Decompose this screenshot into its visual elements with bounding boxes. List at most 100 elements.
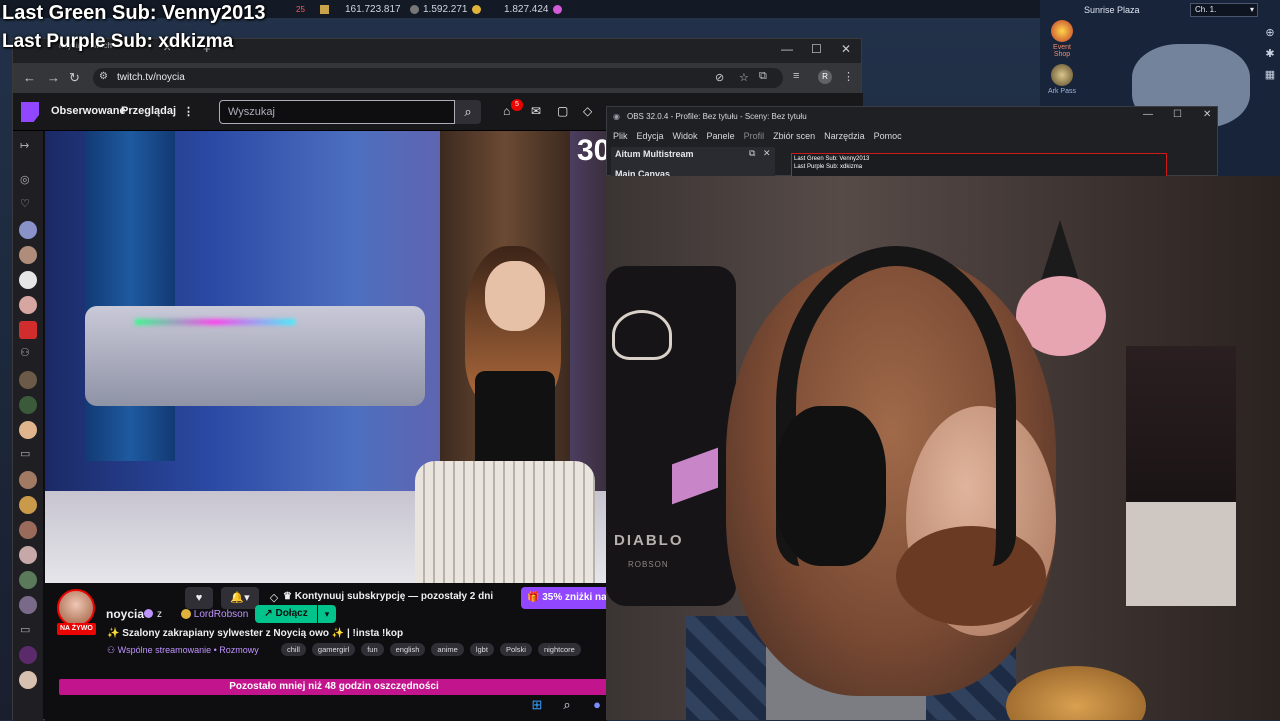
whispers-icon[interactable]: ▢ (557, 104, 568, 118)
dock-title: Aitum Multistream (615, 149, 694, 159)
search-input[interactable]: Wyszukaj (219, 100, 455, 124)
video-icon[interactable]: ▭ (20, 447, 30, 460)
collab-avatar (181, 609, 191, 620)
followed-channel-avatar[interactable] (19, 521, 37, 539)
obs-minimize-icon[interactable]: — (1143, 109, 1153, 120)
aitum-dock: Aitum Multistream ⧉ ✕ Main Canvas (611, 147, 775, 179)
back-icon[interactable]: ← (23, 70, 36, 85)
tag[interactable]: anime (431, 643, 464, 656)
menu-profile[interactable]: Profil (744, 131, 765, 141)
followed-channel-avatar[interactable] (19, 271, 37, 289)
collab-channel[interactable]: LordRobson (181, 609, 248, 620)
gift-sub-button[interactable]: 🎁 35% zniżki na (521, 587, 613, 609)
followed-channel-avatar[interactable] (19, 321, 37, 339)
silver-icon (410, 4, 419, 14)
discord-icon[interactable]: ● (588, 696, 606, 714)
tag[interactable]: chill (281, 643, 306, 656)
windows-start-icon[interactable]: ⊞ (528, 696, 546, 714)
address-bar[interactable]: ⚙ twitch.tv/noycia ⊘ ☆ (93, 68, 783, 88)
tag[interactable]: fun (361, 643, 384, 656)
menu-file[interactable]: Plik (613, 131, 628, 141)
join-dropdown-icon[interactable]: ▾ (318, 605, 336, 623)
tag[interactable]: nightcore (537, 643, 581, 656)
notification-bell-icon[interactable]: 🔔▾ (221, 587, 259, 609)
sub-continue-text[interactable]: ♛ Kontynuuj subskrypcję — pozostały 2 dn… (283, 591, 493, 602)
minimize-icon[interactable]: — (781, 42, 793, 56)
zoom-in-icon[interactable]: ⊕ (1265, 26, 1274, 39)
video-icon[interactable]: ▭ (20, 623, 30, 636)
more-icon[interactable]: ⋮ (183, 105, 194, 118)
profile-avatar[interactable]: R (818, 70, 832, 84)
menu-view[interactable]: Widok (673, 131, 698, 141)
dock-float-icon[interactable]: ⧉ (749, 148, 755, 159)
recommended-icon[interactable]: ◎ (20, 173, 30, 186)
eye-off-icon[interactable]: ⊘ (715, 71, 724, 84)
nav-following[interactable]: Obserwowane (51, 105, 126, 117)
followed-channel-avatar[interactable] (19, 396, 37, 414)
followed-channel-avatar[interactable] (19, 671, 37, 689)
tag[interactable]: english (389, 643, 426, 656)
join-button[interactable]: ↗ Dołącz (255, 605, 317, 623)
bits-icon[interactable]: ◇ (583, 104, 592, 118)
ark-pass-button[interactable]: Ark Pass (1046, 64, 1078, 95)
obs-close-icon[interactable]: ✕ (1203, 109, 1211, 120)
followed-channel-avatar[interactable] (19, 371, 37, 389)
obs-preview[interactable]: Last Green Sub: Venny2013 Last Purple Su… (791, 153, 1167, 177)
bookmark-star-icon[interactable]: ☆ (739, 71, 749, 84)
obs-maximize-icon[interactable]: ☐ (1173, 109, 1182, 120)
followed-channel-avatar[interactable] (19, 471, 37, 489)
channel-name[interactable]: noycia (106, 607, 144, 621)
promo-banner[interactable]: Pozostało mniej niż 48 godzin oszczędnoś… (59, 679, 609, 695)
dock-close-icon[interactable]: ✕ (763, 148, 771, 159)
forward-icon[interactable]: → (47, 70, 60, 85)
verified-icon (144, 609, 153, 618)
notifications-icon[interactable]: ⌂ (503, 104, 510, 118)
tag[interactable]: lgbt (469, 643, 494, 656)
search-icon[interactable]: ⌕ (558, 696, 576, 714)
currency-2: 1.592.271 (410, 4, 481, 15)
tag[interactable]: gamergirl (311, 643, 356, 656)
stream-category[interactable]: ⚇ Wspólne streamowanie • Rozmowy (107, 645, 259, 656)
add-friend-icon[interactable]: ⚇ (20, 346, 30, 359)
ark-pass-icon (1051, 64, 1073, 86)
menu-scene-collection[interactable]: Zbiór scen (773, 131, 815, 141)
video-curtain (85, 131, 175, 461)
close-icon[interactable]: ✕ (841, 42, 851, 56)
inbox-icon[interactable]: ✉ (531, 104, 541, 118)
followed-channel-avatar[interactable] (19, 296, 37, 314)
menu-edit[interactable]: Edycja (637, 131, 664, 141)
site-info-icon[interactable]: ⚙ (99, 71, 108, 82)
followed-channel-avatar[interactable] (19, 646, 37, 664)
menu-docks[interactable]: Panele (707, 131, 735, 141)
menu-icon[interactable]: ⋮ (843, 70, 854, 83)
twitch-logo-icon[interactable] (21, 102, 39, 122)
reload-icon[interactable]: ↻ (69, 70, 80, 86)
event-shop-button[interactable]: Event Shop (1046, 20, 1078, 58)
followed-channel-avatar[interactable] (19, 246, 37, 264)
media-icon[interactable]: ≡ (793, 70, 799, 82)
followed-channel-avatar[interactable] (19, 221, 37, 239)
crown-icon: ♛ (283, 591, 295, 602)
channel-select[interactable]: Ch. 1. ▾ (1190, 3, 1258, 17)
search-icon[interactable]: ⌕ (455, 100, 481, 124)
nav-browse[interactable]: Przeglądaj (121, 105, 176, 117)
map-icon[interactable]: ▦ (1265, 68, 1275, 81)
followed-channel-avatar[interactable] (19, 421, 37, 439)
followed-channel-avatar[interactable] (19, 596, 37, 614)
menu-help[interactable]: Pomoc (874, 131, 902, 141)
settings-icon[interactable]: ✱ (1265, 47, 1274, 60)
followed-channel-avatar[interactable] (19, 571, 37, 589)
stream-video-player[interactable]: 30 (45, 131, 607, 583)
expand-nav-icon[interactable]: ↦ (20, 139, 29, 152)
menu-tools[interactable]: Narzędzia (824, 131, 865, 141)
extensions-icon[interactable]: ⧉ (759, 70, 767, 83)
maximize-icon[interactable]: ☐ (811, 42, 822, 56)
channel-avatar[interactable] (57, 589, 95, 627)
taskbar: ⊞ ⌕ ● (528, 696, 606, 714)
followed-channel-avatar[interactable] (19, 546, 37, 564)
following-heart-icon[interactable]: ♡ (20, 197, 30, 210)
followed-channel-avatar[interactable] (19, 496, 37, 514)
last-purple-sub-overlay: Last Purple Sub: xdkizma (2, 31, 234, 52)
tag[interactable]: Polski (499, 643, 532, 656)
follow-heart-icon[interactable]: ♥ (185, 587, 213, 609)
